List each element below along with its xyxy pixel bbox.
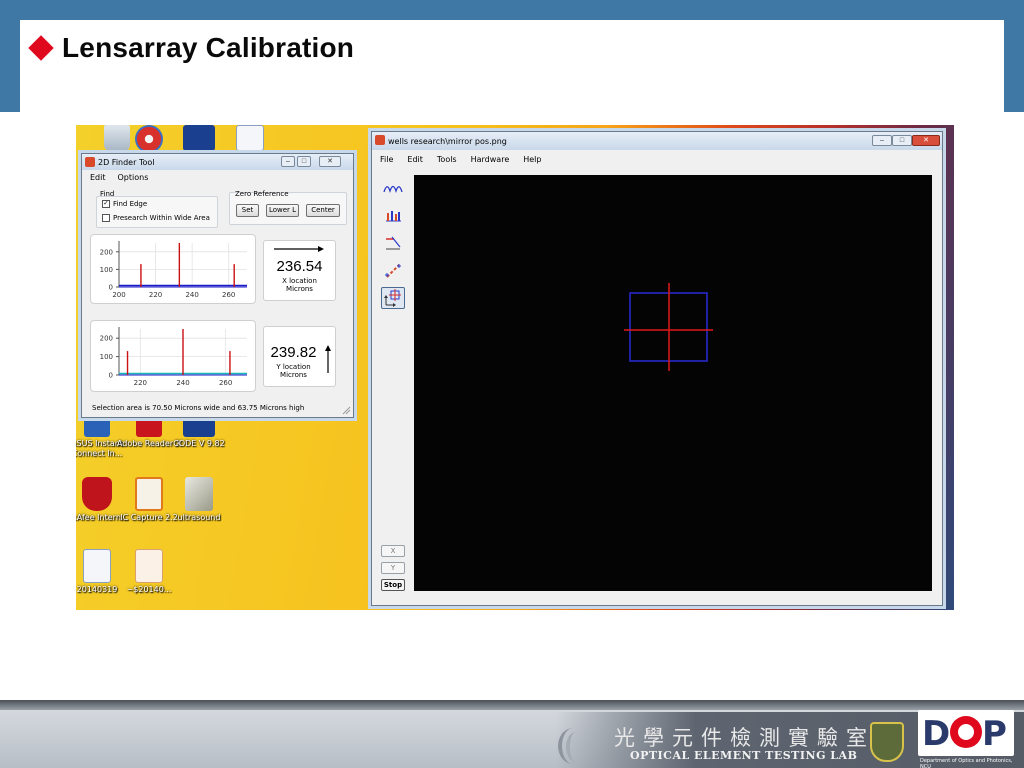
measure-icon (385, 264, 401, 278)
x-tick-label: 200 (112, 291, 125, 299)
app-icon (85, 157, 95, 167)
window-titlebar[interactable]: wells research\mirror pos.png – □ ✕ (372, 132, 942, 150)
presearch-checkbox[interactable] (102, 214, 110, 222)
x-button[interactable]: X (381, 545, 405, 557)
y-tick-label: 200 (100, 335, 113, 343)
zero-reference-label: Zero Reference (235, 190, 289, 198)
histogram-tool-button[interactable] (381, 204, 405, 226)
close-button[interactable]: ✕ (912, 135, 940, 146)
set-button[interactable]: Set (236, 204, 259, 217)
y-tick-label: 200 (100, 248, 113, 256)
slide-title: Lensarray Calibration (22, 30, 354, 66)
find-group-label: Find (100, 190, 115, 198)
x-location-caption: X location (282, 277, 317, 285)
maximize-button[interactable]: □ (297, 156, 311, 167)
crosshair-tool-button[interactable] (381, 287, 405, 309)
crosshair-tool-icon (384, 289, 401, 307)
window-titlebar[interactable]: 2D Finder Tool – □ ✕ (82, 154, 353, 170)
menu-bar: Edit Options (82, 170, 353, 184)
diamond-bullet-icon (28, 35, 54, 61)
menu-options[interactable]: Options (118, 173, 149, 182)
desktop-icon-label: CODE V 9.82 (173, 439, 225, 448)
desktop-icon[interactable]: CODE V 9.82 (158, 413, 240, 449)
desktop-icon-label: ~$20140... (126, 585, 172, 594)
y-tick-label: 100 (100, 266, 113, 274)
desktop-icon-label: ultrasound (177, 513, 221, 522)
menu-hardware[interactable]: Hardware (471, 155, 510, 164)
y-location-caption: Y location (276, 363, 311, 371)
window-title: wells research\mirror pos.png (388, 136, 507, 146)
minimize-button[interactable]: – (872, 135, 892, 146)
window-title: 2D Finder Tool (98, 157, 155, 167)
dop-logo-d: D (922, 714, 951, 754)
maximize-button[interactable]: □ (892, 135, 912, 146)
menu-help[interactable]: Help (523, 155, 541, 164)
department-caption: Department of Optics and Photonics, NCU (920, 758, 1013, 768)
slide-title-text: Lensarray Calibration (62, 32, 355, 63)
desktop-screenshot: ASUS Instant Connect In... Adobe Reader … (76, 125, 954, 610)
presearch-checkbox-row[interactable]: Presearch Within Wide Area (102, 214, 210, 222)
measure-tool-button[interactable] (381, 260, 405, 282)
menu-tools[interactable]: Tools (437, 155, 457, 164)
x-profile-plot: 0 100 200 200 220 240 260 (90, 234, 256, 304)
x-tick-label: 260 (222, 291, 235, 299)
word-doc-icon (83, 549, 111, 583)
dop-logo-p: P (982, 714, 1007, 754)
lab-name-english: OPTICAL ELEMENT TESTING LAB (630, 749, 858, 762)
menu-edit[interactable]: Edit (90, 173, 106, 182)
x-tick-label: 240 (176, 379, 189, 387)
y-profile-chart: 0 100 200 220 240 260 (100, 327, 247, 387)
image-overlay (624, 283, 713, 371)
dop-logo: D P (918, 710, 1014, 756)
minimize-button[interactable]: – (281, 156, 295, 167)
dop-logo-o-icon (950, 716, 982, 748)
find-edge-label: Find Edge (113, 200, 148, 208)
close-button[interactable]: ✕ (319, 156, 341, 167)
x-tick-label: 240 (185, 291, 198, 299)
y-tick-label: 0 (109, 372, 113, 380)
presearch-label: Presearch Within Wide Area (113, 214, 210, 222)
profile-icon (383, 185, 403, 194)
y-location-units: Microns (280, 371, 307, 379)
y-profile-plot: 0 100 200 220 240 260 (90, 320, 256, 392)
desktop-icon[interactable]: ultrasound (158, 477, 240, 523)
center-button[interactable]: Center (306, 204, 340, 217)
ppt-doc-icon (135, 549, 163, 583)
y-location-value: 239.82 (270, 344, 317, 361)
find-edge-checkbox[interactable]: ✓ (102, 200, 110, 208)
image-canvas[interactable] (414, 175, 932, 591)
desktop-icon[interactable]: ~$20140... (108, 549, 190, 595)
x-location-readout: 236.54 X location Microns (263, 240, 336, 301)
menu-edit[interactable]: Edit (407, 155, 423, 164)
x-location-value: 236.54 (276, 258, 323, 275)
y-tick-label: 100 (100, 353, 113, 361)
ultrasound-icon (185, 477, 213, 511)
university-emblem-icon (870, 722, 904, 762)
x-tick-label: 220 (149, 291, 162, 299)
y-location-readout: 239.82 Y location Microns (263, 326, 336, 387)
menu-bar: File Edit Tools Hardware Help (372, 150, 942, 168)
menu-file[interactable]: File (380, 155, 393, 164)
x-location-units: Microns (286, 285, 313, 293)
wells-research-window[interactable]: wells research\mirror pos.png – □ ✕ File… (371, 131, 943, 606)
footer-arc-decoration (566, 732, 586, 762)
app-icon (375, 135, 385, 145)
x-profile-chart: 0100200200 220 240 260 (100, 241, 247, 299)
y-button[interactable]: Y (381, 562, 405, 574)
word-doc-icon (236, 125, 264, 151)
x-tick-label: 220 (134, 379, 147, 387)
lab-name-chinese: 光學元件檢測實驗室 (614, 726, 875, 750)
desktop-icon[interactable] (209, 125, 291, 151)
profile-tool-button[interactable] (381, 176, 405, 198)
resize-grip-icon[interactable] (341, 405, 351, 415)
beam-icon (386, 236, 401, 250)
stop-button[interactable]: Stop (381, 579, 405, 591)
beam-tool-button[interactable] (381, 232, 405, 254)
lower-l-button[interactable]: Lower L (266, 204, 299, 217)
status-bar-text: Selection area is 70.50 Microns wide and… (92, 404, 305, 412)
x-tick-label: 260 (219, 379, 232, 387)
finder-tool-window[interactable]: 2D Finder Tool – □ ✕ Edit Options Find ✓… (81, 153, 354, 418)
find-edge-checkbox-row[interactable]: ✓ Find Edge (102, 200, 147, 208)
histogram-icon (386, 211, 401, 222)
